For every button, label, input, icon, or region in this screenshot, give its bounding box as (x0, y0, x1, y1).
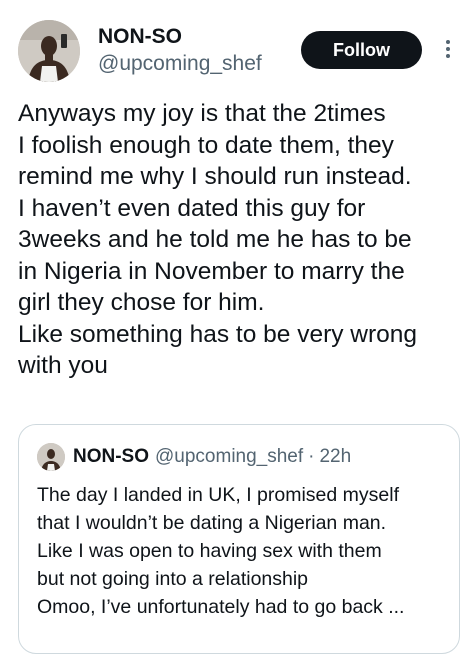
tweet-text-line: remind me why I should run instead. (18, 163, 412, 190)
tweet-text-line: Anyways my joy is that the 2times (18, 100, 386, 127)
tweet-text-line: with you (18, 352, 108, 379)
quoted-author-display-name: NON-SO (73, 446, 149, 467)
quoted-timestamp: 22h (319, 446, 352, 467)
tweet-text-line: girl they chose for him. (18, 289, 265, 316)
tweet-text-line: I haven’t even dated this guy for (18, 194, 366, 222)
author-display-name[interactable]: NON-SO (98, 24, 262, 50)
quoted-author-handle: @upcoming_shef (155, 446, 304, 467)
quoted-tweet-text: The day I landed in UK, I promised mysel… (37, 481, 447, 621)
quoted-text-line: that I wouldn’t be dating a Nigerian man… (37, 512, 387, 534)
author-handle[interactable]: @upcoming_shef (98, 50, 262, 78)
tweet-text-line: Like something has to be very wrong (18, 320, 418, 348)
avatar-photo (18, 20, 80, 82)
quoted-author-avatar (37, 443, 65, 471)
quoted-tweet-header: NON-SO @upcoming_shef · 22h (37, 443, 351, 471)
more-dot (446, 54, 450, 58)
quoted-text-line: Omoo, I’ve unfortunately had to go back … (37, 596, 405, 618)
tweet-text-line: 3weeks and he told me he has to be (18, 226, 412, 253)
more-horizontal-icon[interactable] (436, 34, 460, 64)
author-names: NON-SO @upcoming_shef (98, 24, 262, 78)
author-avatar[interactable] (18, 20, 80, 82)
tweet-text-line: I foolish enough to date them, they (18, 131, 394, 159)
quoted-text-line: but not going into a relationship (37, 568, 309, 590)
more-dot (446, 47, 450, 51)
tweet-text-line: in Nigeria in November to marry the (18, 257, 405, 285)
quoted-separator: · (308, 446, 315, 467)
quoted-text-line: Like I was open to having sex with them (37, 540, 382, 562)
follow-button[interactable]: Follow (301, 31, 422, 69)
tweet-header: NON-SO @upcoming_shef Follow (18, 20, 458, 86)
tweet-card: NON-SO @upcoming_shef Follow Anyways my … (0, 0, 471, 654)
quoted-avatar-photo (37, 443, 65, 471)
tweet-text: Anyways my joy is that the 2times I fool… (18, 98, 458, 382)
more-dot (446, 40, 450, 44)
quoted-tweet[interactable]: NON-SO @upcoming_shef · 22h The day I la… (18, 424, 460, 654)
quoted-text-line: The day I landed in UK, I promised mysel… (37, 484, 399, 506)
